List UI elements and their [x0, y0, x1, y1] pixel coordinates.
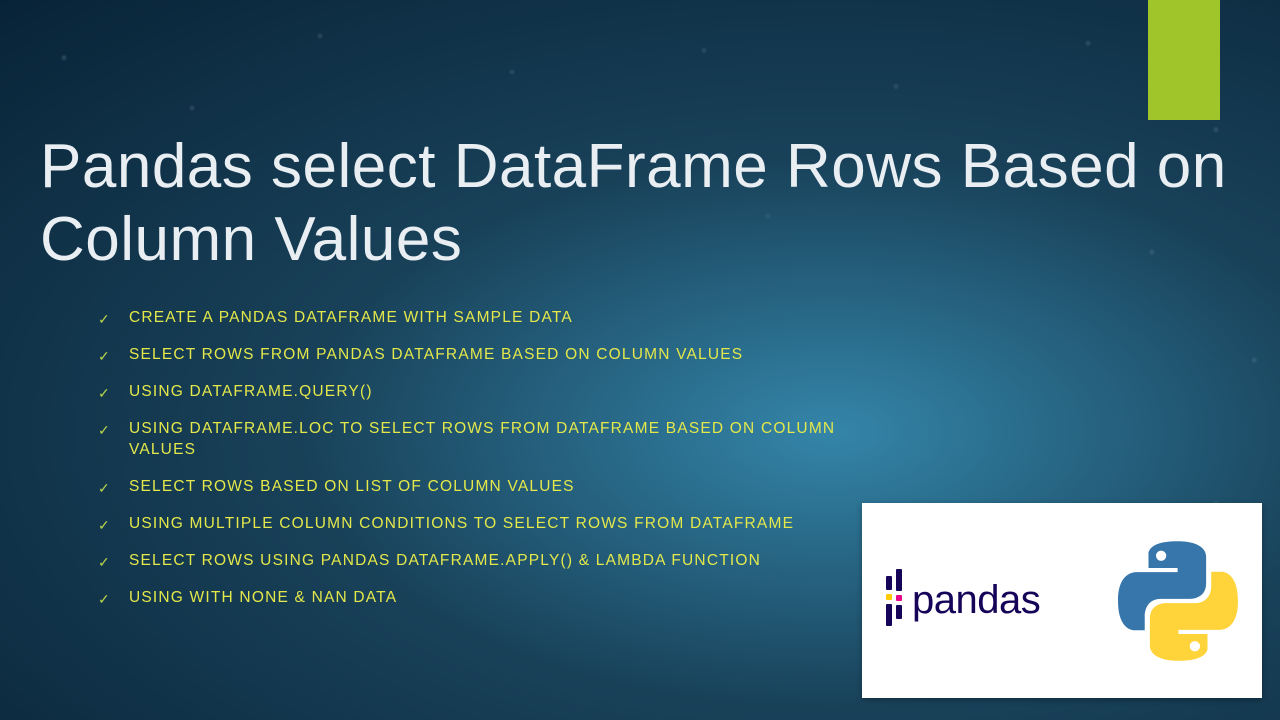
- bullet-list: ✓ CREATE A PANDAS DATAFRAME WITH SAMPLE D…: [98, 308, 858, 608]
- pandas-wordmark: pandas: [912, 578, 1040, 623]
- list-item-text: SELECT ROWS FROM PANDAS DATAFRAME BASED …: [129, 345, 743, 366]
- pandas-logo: pandas: [886, 576, 1040, 626]
- check-icon: ✓: [98, 479, 111, 498]
- list-item: ✓ SELECT ROWS BASED ON LIST OF COLUMN VA…: [98, 477, 858, 498]
- list-item-text: USING MULTIPLE COLUMN CONDITIONS TO SELE…: [129, 514, 794, 535]
- check-icon: ✓: [98, 421, 111, 440]
- list-item-text: SELECT ROWS BASED ON LIST OF COLUMN VALU…: [129, 477, 575, 498]
- list-item: ✓ USING DATAFRAME.QUERY(): [98, 382, 858, 403]
- logo-card: pandas: [862, 503, 1262, 698]
- list-item: ✓ SELECT ROWS USING PANDAS DATAFRAME.APPL…: [98, 551, 858, 572]
- list-item-text: USING DATAFRAME.LOC TO SELECT ROWS FROM …: [129, 419, 858, 461]
- check-icon: ✓: [98, 590, 111, 609]
- list-item: ✓ USING MULTIPLE COLUMN CONDITIONS TO SEL…: [98, 514, 858, 535]
- list-item: ✓ CREATE A PANDAS DATAFRAME WITH SAMPLE D…: [98, 308, 858, 329]
- list-item-text: CREATE A PANDAS DATAFRAME WITH SAMPLE DA…: [129, 308, 573, 329]
- list-item: ✓ USING WITH NONE & NAN DATA: [98, 588, 858, 609]
- check-icon: ✓: [98, 516, 111, 535]
- list-item-text: SELECT ROWS USING PANDAS DATAFRAME.APPLY…: [129, 551, 761, 572]
- accent-tab: [1148, 0, 1220, 120]
- check-icon: ✓: [98, 310, 111, 329]
- list-item-text: USING WITH NONE & NAN DATA: [129, 588, 397, 609]
- list-item: ✓ USING DATAFRAME.LOC TO SELECT ROWS FROM…: [98, 419, 858, 461]
- list-item-text: USING DATAFRAME.QUERY(): [129, 382, 373, 403]
- pandas-mark-icon: [886, 576, 902, 626]
- check-icon: ✓: [98, 384, 111, 403]
- check-icon: ✓: [98, 347, 111, 366]
- list-item: ✓ SELECT ROWS FROM PANDAS DATAFRAME BASED…: [98, 345, 858, 366]
- slide-title: Pandas select DataFrame Rows Based on Co…: [40, 130, 1240, 276]
- check-icon: ✓: [98, 553, 111, 572]
- python-logo-icon: [1118, 541, 1238, 661]
